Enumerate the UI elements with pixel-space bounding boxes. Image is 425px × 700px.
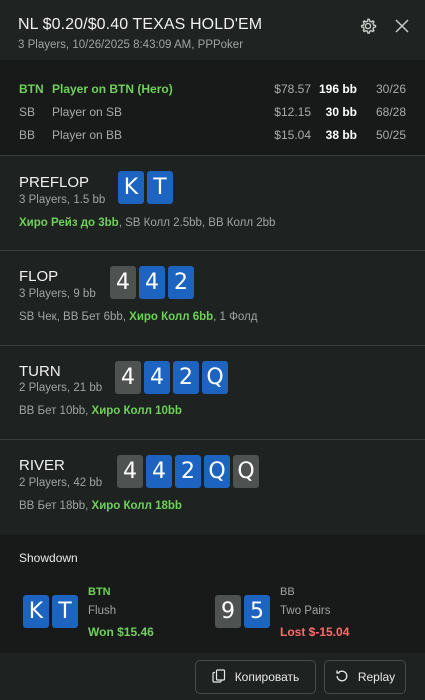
card: 2 xyxy=(175,455,201,488)
board-cards: 4 4 2 Q Q xyxy=(117,455,259,488)
card: 4 xyxy=(139,266,165,299)
action-text: , SB Колл 2.5bb, BB Колл 2bb xyxy=(118,217,276,229)
street-info: 3 Players, 1.5 bb xyxy=(19,194,106,206)
footer: Копировать Replay xyxy=(0,653,425,700)
card: Q xyxy=(204,455,230,488)
street-preflop: PREFLOP 3 Players, 1.5 bb K T Хиро Рейз … xyxy=(0,156,425,251)
card: 9 xyxy=(215,595,241,628)
player-name: Player on BB xyxy=(52,128,123,142)
street-name: TURN xyxy=(19,363,61,380)
card: Q xyxy=(233,455,259,488)
street-turn: TURN 2 Players, 21 bb 4 4 2 Q BB Бет 10b… xyxy=(0,346,425,440)
player-stats: 50/25 xyxy=(375,128,406,142)
street-name: FLOP xyxy=(19,268,59,285)
player-row-sb: SB Player on SB $12.15 30 bb 68/28 xyxy=(0,101,425,123)
card: 2 xyxy=(173,361,199,394)
street-info: 2 Players, 42 bb xyxy=(19,477,103,489)
street-actions: BB Бет 10bb, Хиро Колл 10bb xyxy=(19,405,182,417)
card: Q xyxy=(202,361,228,394)
card: 4 xyxy=(115,361,141,394)
player-stack-bb: 38 bb xyxy=(325,128,357,142)
header: NL $0.20/$0.40 TEXAS HOLD'EM 3 Players, … xyxy=(0,0,425,60)
copy-button-label: Копировать xyxy=(234,670,300,684)
card: 2 xyxy=(168,266,194,299)
showdown-result: Lost $-15.04 xyxy=(280,625,350,639)
player-stack: $78.57 xyxy=(274,82,311,96)
card: K xyxy=(23,595,49,628)
hand-subtitle: 3 Players, 10/26/2025 8:43:09 AM, PPPoke… xyxy=(18,39,244,51)
player-stats: 30/26 xyxy=(375,82,406,96)
action-text: BB Бет 10bb, xyxy=(19,405,92,417)
street-actions: BB Бет 18bb, Хиро Колл 18bb xyxy=(19,500,182,512)
replay-button[interactable]: Replay xyxy=(324,660,406,694)
player-position: SB xyxy=(19,105,36,119)
street-info: 2 Players, 21 bb xyxy=(19,382,103,394)
player-row-bb: BB Player on BB $15.04 38 bb 50/25 xyxy=(0,124,425,146)
showdown-position: BB xyxy=(280,586,295,598)
card: 4 xyxy=(146,455,172,488)
card: 4 xyxy=(144,361,170,394)
player-position: BTN xyxy=(19,82,44,96)
showdown-result: Won $15.46 xyxy=(88,625,154,639)
player-stack: $15.04 xyxy=(274,128,311,142)
street-river: RIVER 2 Players, 42 bb 4 4 2 Q Q BB Бет … xyxy=(0,440,425,535)
card: T xyxy=(147,171,173,204)
showdown-hand: Two Pairs xyxy=(280,605,331,617)
action-text: , 1 Фолд xyxy=(213,311,258,323)
player-stack-bb: 196 bb xyxy=(318,82,357,96)
street-flop: FLOP 3 Players, 9 bb 4 4 2 SB Чек, BB Бе… xyxy=(0,251,425,346)
card: 4 xyxy=(117,455,143,488)
action-text: SB Чек, BB Бет 6bb, xyxy=(19,311,130,323)
showdown-hand: Flush xyxy=(88,605,117,617)
player-name: Player on SB xyxy=(52,105,123,119)
card: T xyxy=(52,595,78,628)
action-hero: Хиро Колл 18bb xyxy=(91,500,182,512)
replay-icon xyxy=(335,669,349,686)
street-info: 3 Players, 9 bb xyxy=(19,288,96,300)
street-name: PREFLOP xyxy=(19,174,90,191)
card: 5 xyxy=(244,595,270,628)
players-table: BTN Player on BTN (Hero) $78.57 196 bb 3… xyxy=(0,60,425,156)
board-cards: 4 4 2 Q xyxy=(115,361,228,394)
replay-button-label: Replay xyxy=(357,670,396,684)
player-name: Player on BTN (Hero) xyxy=(52,82,173,96)
hero-hole-cards: K T xyxy=(23,595,78,628)
card: 4 xyxy=(110,266,136,299)
board-cards: 4 4 2 xyxy=(110,266,194,299)
showdown-panel: Showdown K T BTN Flush Won $15.46 9 5 BB… xyxy=(0,535,425,653)
action-hero: Хиро Рейз до 3bb xyxy=(19,217,119,229)
close-icon[interactable] xyxy=(392,16,412,36)
player-stats: 68/28 xyxy=(375,105,406,119)
card: K xyxy=(118,171,144,204)
player-stack-bb: 30 bb xyxy=(325,105,357,119)
board-cards: K T xyxy=(118,171,173,204)
copy-icon xyxy=(212,668,226,686)
action-hero: Хиро Колл 6bb xyxy=(129,311,214,323)
showdown-title: Showdown xyxy=(19,551,78,565)
street-actions: Хиро Рейз до 3bb, SB Колл 2.5bb, BB Колл… xyxy=(19,217,275,229)
street-name: RIVER xyxy=(19,457,65,474)
player-row-btn: BTN Player on BTN (Hero) $78.57 196 bb 3… xyxy=(0,78,425,100)
player-position: BB xyxy=(19,128,36,142)
action-hero: Хиро Колл 10bb xyxy=(91,405,182,417)
copy-button[interactable]: Копировать xyxy=(195,660,316,694)
villain-hole-cards: 9 5 xyxy=(215,595,270,628)
player-stack: $12.15 xyxy=(274,105,311,119)
action-text: BB Бет 18bb, xyxy=(19,500,92,512)
gear-icon[interactable] xyxy=(358,16,378,36)
street-actions: SB Чек, BB Бет 6bb, Хиро Колл 6bb, 1 Фол… xyxy=(19,311,257,323)
page-title: NL $0.20/$0.40 TEXAS HOLD'EM xyxy=(18,16,263,33)
showdown-position: BTN xyxy=(88,586,111,598)
